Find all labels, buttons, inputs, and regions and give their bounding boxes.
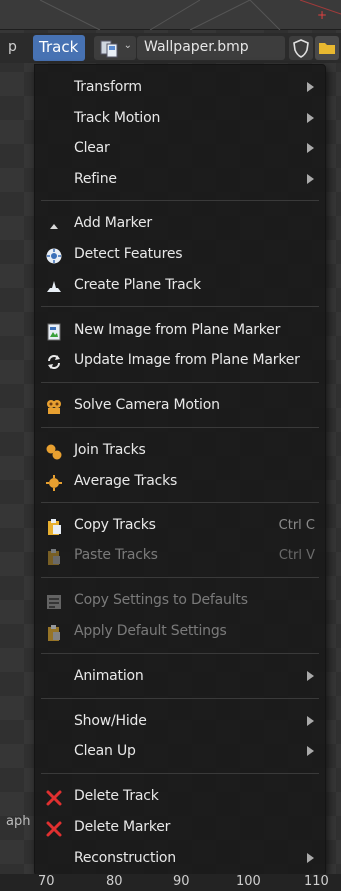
submenu-arrow-icon — [307, 174, 314, 184]
menu-item-new-image-from-plane-marker[interactable]: New Image from Plane Marker — [35, 316, 325, 346]
refresh-icon — [48, 355, 60, 369]
menu-item-label: Detect Features — [74, 246, 183, 262]
clipboard-paste-icon — [48, 549, 60, 565]
image-browse-button[interactable]: ⌄ — [94, 36, 136, 60]
menu-item-label: Paste Tracks — [74, 547, 158, 563]
editor-header: p Track ⌄ Wallpaper.bmp — [0, 33, 341, 63]
menu-item-track-motion[interactable]: Track Motion — [35, 104, 325, 134]
detect-features-icon — [46, 248, 62, 264]
ruler-tick: 80 — [106, 874, 123, 889]
menu-item-add-marker[interactable]: Add Marker — [35, 209, 325, 239]
menu-item-label: Join Tracks — [74, 442, 146, 458]
x-icon — [46, 790, 62, 806]
average-tracks-icon — [46, 475, 62, 491]
submenu-arrow-icon — [307, 82, 314, 92]
menu-item-clear[interactable]: Clear — [35, 134, 325, 164]
x-icon — [46, 821, 62, 837]
menu-item-label: Track Motion — [74, 110, 161, 126]
menu-separator — [41, 653, 319, 654]
menu-separator — [41, 577, 319, 578]
menu-item-label: Show/Hide — [74, 713, 147, 729]
fake-user-button[interactable] — [289, 36, 313, 60]
menu-separator — [41, 382, 319, 383]
menu-item-copy-tracks[interactable]: Copy Tracks Ctrl C — [35, 511, 325, 541]
menu-item-label: Update Image from Plane Marker — [74, 352, 300, 368]
preset-icon — [47, 595, 61, 609]
menu-item-label: Delete Marker — [74, 819, 171, 835]
menu-item-label: Refine — [74, 171, 117, 187]
frame-ruler[interactable]: 70 80 90 100 110 — [0, 874, 341, 891]
menu-item-update-image-from-plane-marker[interactable]: Update Image from Plane Marker — [35, 346, 325, 376]
clipboard-copy-icon — [48, 519, 61, 535]
menu-item-label: Create Plane Track — [74, 277, 201, 293]
menu-item-label: New Image from Plane Marker — [74, 322, 281, 338]
clipboard-paste-icon — [48, 625, 60, 641]
menu-item-animation[interactable]: Animation — [35, 662, 325, 692]
menu-item-label: Clean Up — [74, 743, 136, 759]
submenu-arrow-icon — [307, 143, 314, 153]
menu-item-join-tracks[interactable]: Join Tracks — [35, 436, 325, 466]
plane-track-icon — [47, 281, 61, 292]
menu-item-clean-up[interactable]: Clean Up — [35, 737, 325, 767]
menu-item-show-hide[interactable]: Show/Hide — [35, 707, 325, 737]
menu-item-label: Transform — [74, 79, 142, 95]
top-timeline-strip: + — [0, 0, 341, 30]
shield-icon — [293, 39, 309, 58]
graph-editor-label: aph — [6, 814, 31, 829]
submenu-arrow-icon — [307, 746, 314, 756]
prev-menu-fragment[interactable]: p — [8, 39, 17, 55]
menu-item-label: Clear — [74, 140, 110, 156]
menu-separator — [41, 427, 319, 428]
menu-item-paste-tracks[interactable]: Paste Tracks Ctrl V — [35, 541, 325, 571]
menu-item-transform[interactable]: Transform — [35, 73, 325, 103]
ruler-tick: 90 — [173, 874, 190, 889]
menu-item-create-plane-track[interactable]: Create Plane Track — [35, 271, 325, 301]
menu-item-refine[interactable]: Refine — [35, 165, 325, 195]
menu-item-solve-camera-motion[interactable]: Solve Camera Motion — [35, 391, 325, 421]
ruler-tick: 110 — [304, 874, 329, 889]
menu-separator — [41, 698, 319, 699]
menu-separator — [41, 502, 319, 503]
menu-item-apply-default-settings[interactable]: Apply Default Settings — [35, 617, 325, 647]
open-file-button[interactable] — [315, 36, 339, 60]
menu-item-label: Average Tracks — [74, 473, 178, 489]
menu-item-label: Copy Settings to Defaults — [74, 592, 248, 608]
menu-item-label: Delete Track — [74, 788, 159, 804]
shortcut-label: Ctrl V — [278, 548, 315, 563]
menu-item-label: Add Marker — [74, 215, 152, 231]
chevron-down-icon: ⌄ — [123, 40, 132, 51]
submenu-arrow-icon — [307, 113, 314, 123]
curve-lines — [39, 0, 341, 30]
image-icon — [47, 323, 61, 341]
folder-icon — [319, 43, 335, 54]
menu-item-label: Solve Camera Motion — [74, 397, 220, 413]
submenu-arrow-icon — [307, 671, 314, 681]
triangle-up-icon — [50, 224, 58, 229]
camera-solve-icon — [47, 400, 61, 414]
shortcut-label: Ctrl C — [278, 518, 315, 533]
plus-icon: + — [316, 8, 327, 22]
menu-separator — [41, 200, 319, 201]
menu-separator — [41, 773, 319, 774]
submenu-arrow-icon — [307, 853, 314, 863]
menu-item-label: Apply Default Settings — [74, 623, 227, 639]
image-name-field[interactable]: Wallpaper.bmp — [137, 36, 285, 60]
ruler-tick: 70 — [38, 874, 55, 889]
menu-separator — [41, 306, 319, 307]
menu-item-delete-track[interactable]: Delete Track — [35, 782, 325, 812]
menu-item-reconstruction[interactable]: Reconstruction — [35, 844, 325, 874]
menu-item-label: Reconstruction — [74, 850, 176, 866]
menu-item-delete-marker[interactable]: Delete Marker — [35, 813, 325, 843]
image-browse-icon — [100, 40, 118, 58]
track-dropdown-menu: Transform Track Motion Clear Refine Add … — [34, 64, 326, 876]
ruler-tick: 100 — [236, 874, 261, 889]
submenu-arrow-icon — [307, 716, 314, 726]
menu-item-label: Copy Tracks — [74, 517, 156, 533]
menu-item-detect-features[interactable]: Detect Features — [35, 240, 325, 270]
menu-item-average-tracks[interactable]: Average Tracks — [35, 467, 325, 497]
join-tracks-icon — [46, 444, 62, 460]
menu-item-copy-settings-to-defaults[interactable]: Copy Settings to Defaults — [35, 586, 325, 616]
menu-item-label: Animation — [74, 668, 144, 684]
track-menu-button[interactable]: Track — [33, 35, 85, 61]
